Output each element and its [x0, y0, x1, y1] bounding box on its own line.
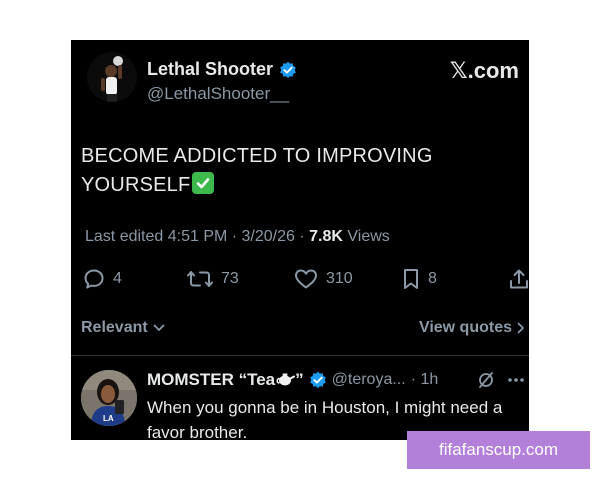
- bookmark-button[interactable]: 8: [402, 268, 437, 290]
- bookmark-icon: [404, 269, 418, 289]
- more-options-icon[interactable]: [507, 377, 525, 383]
- sort-label: Relevant: [81, 319, 148, 336]
- post-text-content: BECOME ADDICTED TO IMPROVING YOURSELF: [81, 145, 433, 196]
- x-com-logo: 𝕏.com: [449, 58, 519, 83]
- grok-icon[interactable]: [477, 371, 495, 389]
- check-mark-button-icon: [192, 172, 215, 194]
- author-avatar[interactable]: [87, 52, 137, 102]
- view-quotes-label: View quotes: [418, 319, 512, 336]
- reply-verified-badge-icon: [309, 371, 327, 389]
- chevron-down-icon: [153, 324, 165, 331]
- repost-button[interactable]: 73: [187, 268, 239, 290]
- post-card: Lethal Shooter @LethalShooter__ 𝕏.com BE…: [71, 40, 529, 440]
- share-icon: [510, 269, 528, 289]
- reply-count: 4: [113, 270, 122, 287]
- reply-icon: [84, 269, 104, 289]
- bookmark-count: 8: [428, 270, 437, 287]
- author-handle[interactable]: @LethalShooter__: [147, 84, 289, 104]
- view-quotes-link[interactable]: View quotes: [419, 319, 525, 337]
- verified-badge-icon: [279, 61, 297, 79]
- reply-header: MOMSTER “Tea ” @teroya... · 1h: [147, 370, 438, 390]
- divider: [71, 355, 529, 356]
- share-button[interactable]: [509, 268, 529, 290]
- like-count: 310: [326, 270, 353, 287]
- reply-header-icons: [477, 371, 525, 389]
- reply-author-name-suffix: ”: [295, 370, 304, 389]
- post-text: BECOME ADDICTED TO IMPROVING YOURSELF: [81, 142, 461, 200]
- repost-icon: [187, 271, 213, 287]
- repost-count: 73: [221, 270, 239, 287]
- views-label: Views: [342, 228, 390, 245]
- views-count: 7.8K: [309, 228, 343, 245]
- avatar-image-icon: [87, 52, 137, 102]
- reply-avatar-image-icon: LA: [81, 370, 137, 426]
- reply-button[interactable]: 4: [83, 268, 122, 290]
- chevron-right-icon: [517, 322, 524, 334]
- reply-author-avatar[interactable]: LA: [81, 370, 137, 426]
- reply-author-handle[interactable]: @teroya...: [332, 371, 406, 389]
- heart-icon: [295, 269, 317, 289]
- watermark: fifafanscup.com: [407, 431, 590, 469]
- svg-text:LA: LA: [103, 414, 114, 423]
- author-name[interactable]: Lethal Shooter: [147, 59, 273, 80]
- reply-timestamp[interactable]: · 1h: [411, 371, 439, 389]
- reply-author-name-text: MOMSTER “Tea: [147, 370, 276, 389]
- author-name-row: Lethal Shooter: [147, 59, 297, 80]
- reply-sort-dropdown[interactable]: Relevant: [81, 319, 165, 337]
- teapot-icon: [275, 370, 296, 390]
- action-bar: 4 73 310 8: [71, 268, 529, 292]
- reply-author-name[interactable]: MOMSTER “Tea ”: [147, 370, 304, 390]
- like-button[interactable]: 310: [294, 268, 353, 290]
- post-meta: Last edited 4:51 PM · 3/20/26 · 7.8K Vie…: [85, 228, 390, 246]
- edited-timestamp[interactable]: Last edited 4:51 PM · 3/20/26 ·: [85, 228, 309, 245]
